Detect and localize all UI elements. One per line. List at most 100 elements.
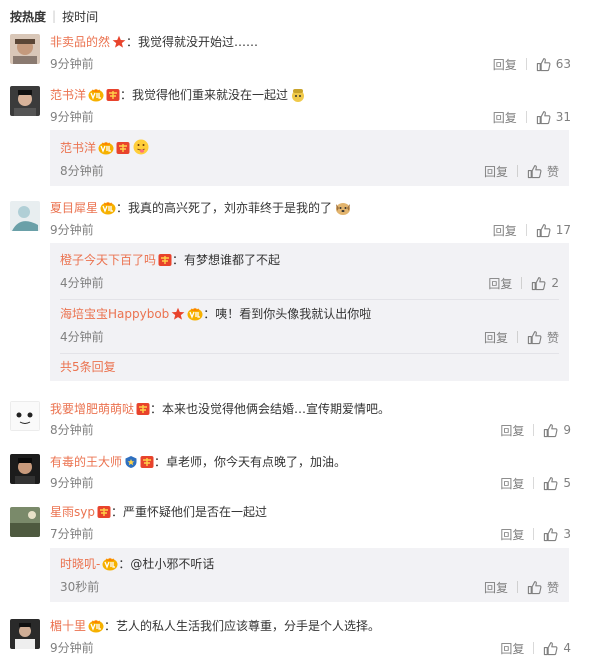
- reply-box: 范书洋 8分钟前 回复 赞: [50, 130, 569, 186]
- reply-divider: [60, 299, 559, 300]
- like-button[interactable]: 3: [543, 527, 571, 542]
- thumbs-up-icon: [536, 57, 551, 72]
- reply-time: 4分钟前: [60, 276, 104, 290]
- thumbs-up-icon: [536, 110, 551, 125]
- comment-time: 9分钟前: [50, 57, 94, 71]
- vip-badge-icon: [102, 557, 118, 571]
- username-link[interactable]: 有毒的王大师: [50, 455, 122, 469]
- like-count: 31: [555, 110, 571, 124]
- action-divider: [533, 642, 535, 654]
- thumbs-up-icon: [543, 527, 558, 542]
- member-badge-icon: [136, 402, 150, 416]
- like-button[interactable]: 4: [543, 641, 571, 656]
- vip-badge-icon: [88, 619, 104, 633]
- comment-item: 范书洋 ：我觉得他们重来就没在一起过 9分钟前 回复 31 范书洋 8分钟前 回复…: [0, 82, 589, 192]
- star-badge-icon: [112, 35, 126, 49]
- avatar[interactable]: [10, 34, 40, 64]
- comment-line: 范书洋 ：我觉得他们重来就没在一起过: [50, 86, 579, 104]
- thumbs-up-icon: [531, 276, 546, 291]
- reply-button[interactable]: 回复: [500, 422, 524, 439]
- reply-actions: 回复 赞: [484, 579, 559, 595]
- comment-line: 夏目犀星 ：我真的高兴死了，刘亦菲终于是我的了: [50, 199, 579, 217]
- like-button[interactable]: 63: [536, 57, 571, 72]
- reply-button[interactable]: 回复: [484, 579, 508, 596]
- comment-line: 楣十里 ：艺人的私人生活我们应该尊重，分手是个人选择。: [50, 617, 579, 635]
- comment-text: ：我觉得他们重来就没在一起过: [120, 88, 289, 102]
- avatar[interactable]: [10, 619, 40, 649]
- like-button[interactable]: 赞: [527, 163, 559, 180]
- like-button[interactable]: 赞: [527, 329, 559, 346]
- comment-time: 9分钟前: [50, 476, 94, 490]
- reply-time: 8分钟前: [60, 164, 104, 178]
- action-divider: [516, 331, 518, 343]
- username-link[interactable]: 楣十里: [50, 619, 86, 633]
- reply-box: 时晓叽- ：@杜小邪不听话 30秒前 回复 赞: [50, 548, 569, 602]
- like-button[interactable]: 5: [543, 476, 571, 491]
- reply-button[interactable]: 回复: [484, 329, 508, 346]
- level-badge-icon: [124, 455, 138, 469]
- thumbs-up-icon: [543, 423, 558, 438]
- like-count: 5: [563, 476, 571, 490]
- comment-time: 9分钟前: [50, 641, 94, 655]
- comment-actions: 回复 17: [493, 222, 571, 238]
- reply-button[interactable]: 回复: [493, 56, 517, 73]
- comment-text: ：艺人的私人生活我们应该尊重，分手是个人选择。: [104, 619, 381, 633]
- comment-text: ：我觉得就没开始过……: [126, 35, 259, 49]
- reply-button[interactable]: 回复: [500, 526, 524, 543]
- avatar[interactable]: [10, 201, 40, 231]
- reply-button[interactable]: 回复: [488, 275, 512, 292]
- reply-button[interactable]: 回复: [493, 222, 517, 239]
- like-button[interactable]: 9: [543, 423, 571, 438]
- reply-line: 橙子今天下百了吗 ：有梦想谁都了不起: [60, 251, 280, 269]
- like-count: 17: [555, 223, 571, 237]
- avatar[interactable]: [10, 86, 40, 116]
- reply-line: 范书洋: [60, 138, 150, 156]
- dog-emoji-icon: [336, 203, 351, 215]
- like-label: 赞: [546, 580, 559, 595]
- username-link[interactable]: 海培宝宝Happybob: [60, 307, 169, 321]
- reply-box: 橙子今天下百了吗 ：有梦想谁都了不起 4分钟前 回复 2 海培宝宝Happybob…: [50, 243, 569, 381]
- reply-line: 时晓叽- ：@杜小邪不听话: [60, 555, 214, 573]
- avatar[interactable]: [10, 401, 40, 431]
- more-replies-link[interactable]: 共5条回复: [60, 360, 116, 374]
- username-link[interactable]: 我要增肥萌萌哒: [50, 402, 134, 416]
- username-link[interactable]: 范书洋: [50, 88, 86, 102]
- reply-time: 30秒前: [60, 580, 100, 594]
- reply-button[interactable]: 回复: [484, 163, 508, 180]
- thumbs-up-icon: [527, 164, 542, 179]
- vip-badge-icon: [187, 307, 203, 321]
- reply-actions: 回复 2: [488, 275, 559, 291]
- sort-by-time-tab[interactable]: 按时间: [62, 8, 98, 25]
- action-divider: [533, 424, 535, 436]
- like-count: 3: [563, 527, 571, 541]
- comment-actions: 回复 3: [500, 526, 571, 542]
- action-divider: [533, 528, 535, 540]
- reply-button[interactable]: 回复: [500, 475, 524, 492]
- avatar[interactable]: [10, 454, 40, 484]
- username-link[interactable]: 范书洋: [60, 141, 96, 155]
- like-button[interactable]: 2: [531, 276, 559, 291]
- thumbs-up-icon: [543, 476, 558, 491]
- like-label: 赞: [546, 164, 559, 179]
- action-divider: [521, 277, 523, 289]
- reply-button[interactable]: 回复: [500, 640, 524, 657]
- like-button[interactable]: 17: [536, 223, 571, 238]
- username-link[interactable]: 非卖品的然: [50, 35, 110, 49]
- sort-by-hot-tab[interactable]: 按热度: [10, 8, 46, 25]
- thumbs-up-icon: [543, 641, 558, 656]
- like-button[interactable]: 31: [536, 110, 571, 125]
- comment-time: 8分钟前: [50, 423, 94, 437]
- username-link[interactable]: 时晓叽-: [60, 557, 100, 571]
- comment-item: 我要增肥萌萌哒 ：本来也没觉得他俩会结婚…宣传期爱情吧。 8分钟前 回复 9: [0, 396, 589, 442]
- username-link[interactable]: 星雨syp: [50, 505, 95, 519]
- like-button[interactable]: 赞: [527, 579, 559, 596]
- thumbs-up-icon: [536, 223, 551, 238]
- username-link[interactable]: 橙子今天下百了吗: [60, 253, 156, 267]
- like-count: 63: [555, 57, 571, 71]
- member-badge-icon: [116, 141, 130, 155]
- avatar[interactable]: [10, 507, 40, 537]
- comment-actions: 回复 63: [493, 56, 571, 72]
- reply-button[interactable]: 回复: [493, 109, 517, 126]
- comment-item: 夏目犀星 ：我真的高兴死了，刘亦菲终于是我的了 9分钟前 回复 17 橙子今天下百…: [0, 195, 589, 385]
- username-link[interactable]: 夏目犀星: [50, 201, 98, 215]
